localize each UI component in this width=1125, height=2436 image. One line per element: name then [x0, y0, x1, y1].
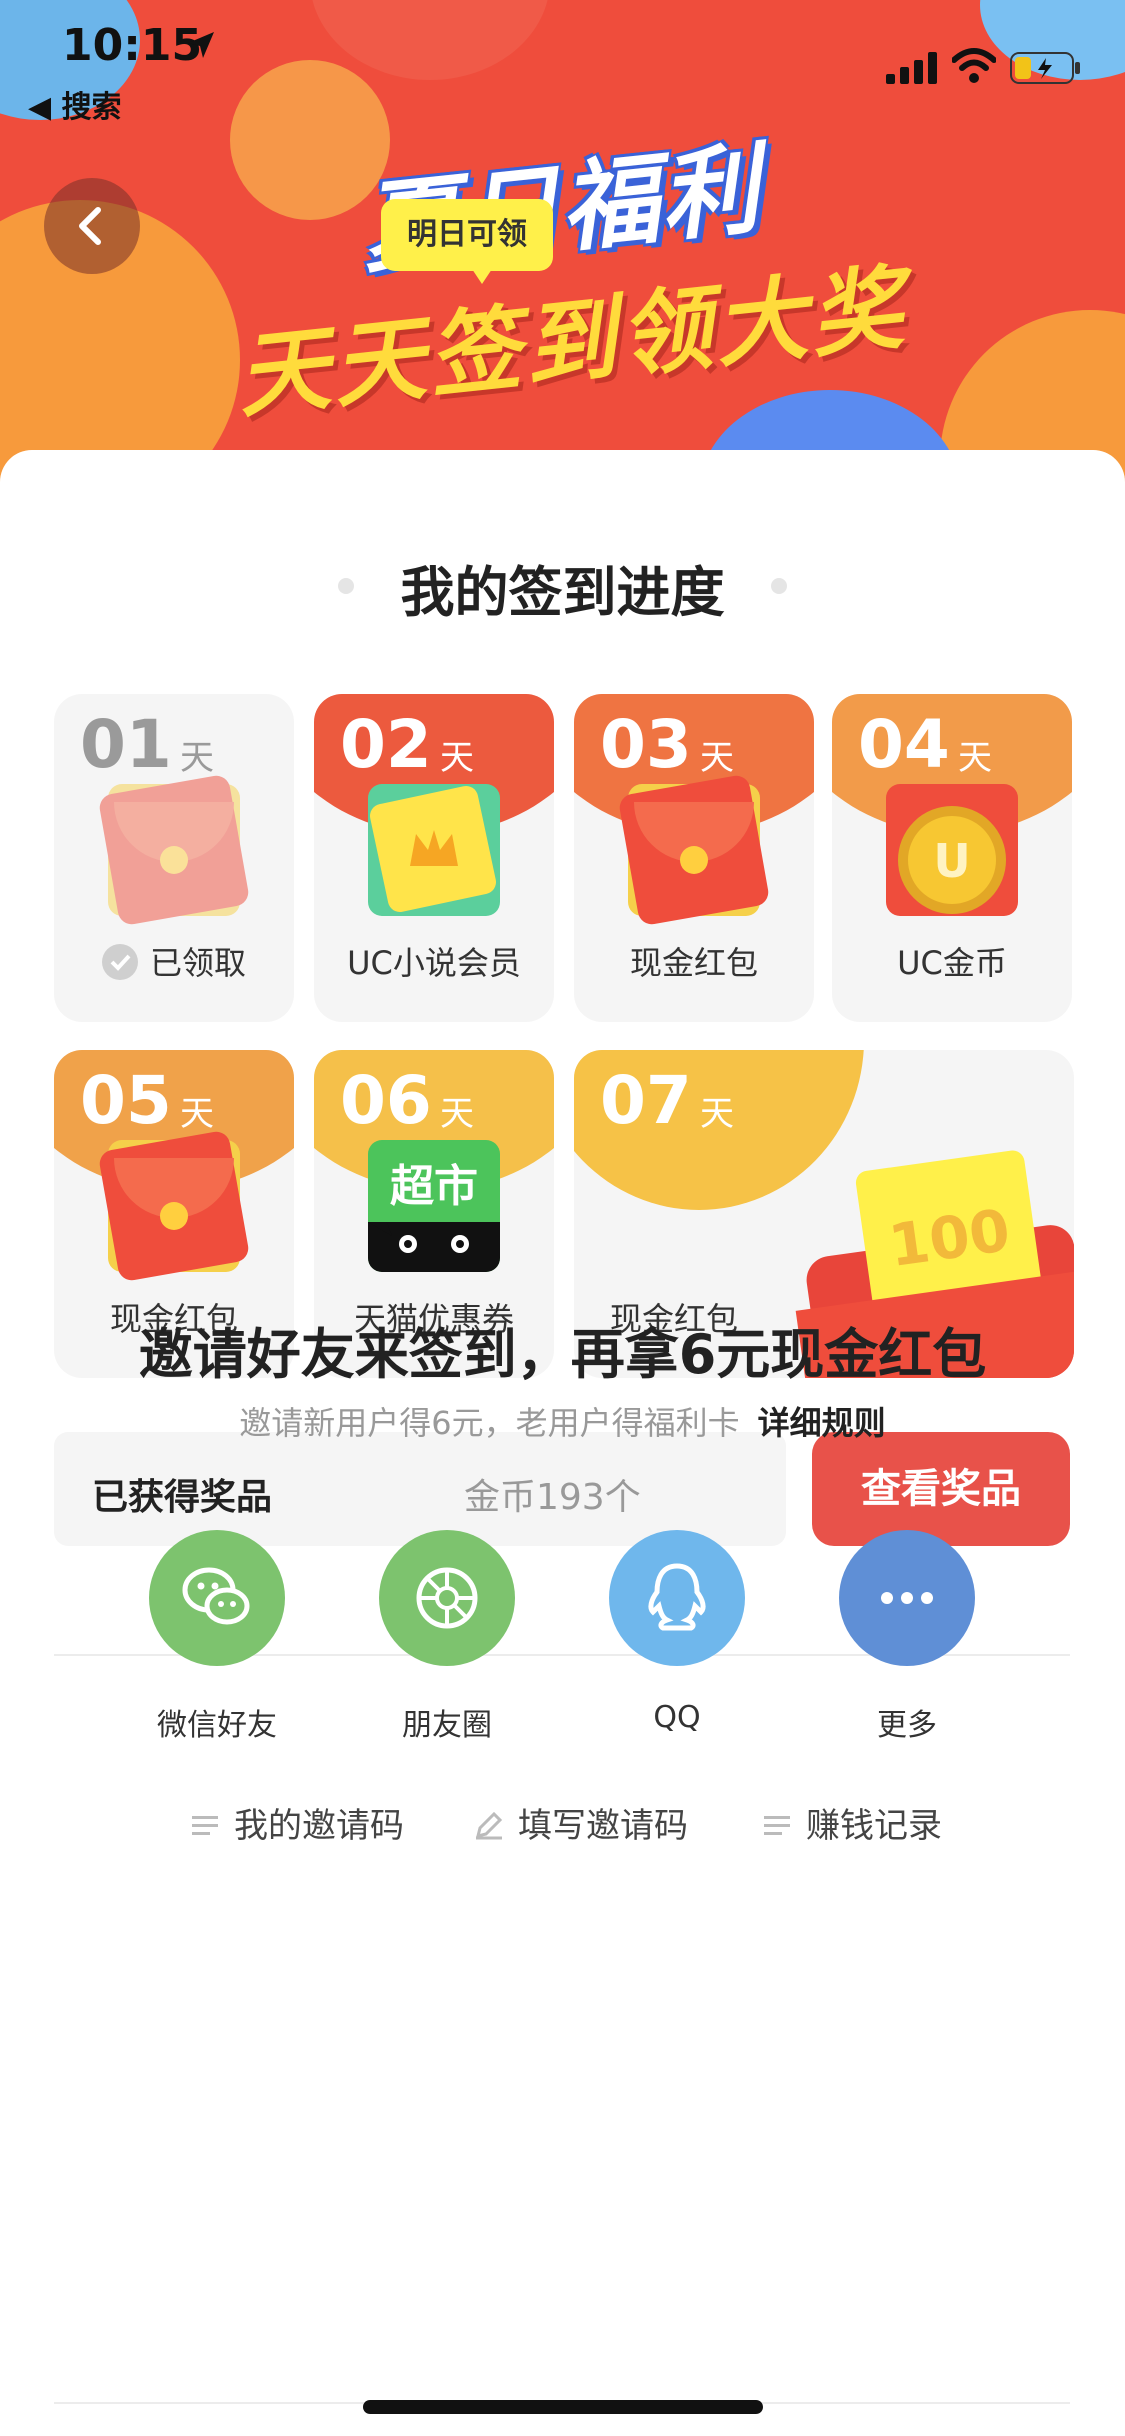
share-moments-button[interactable]: 朋友圈: [357, 1530, 537, 1744]
more-icon: [839, 1530, 975, 1666]
badge-tail: [470, 266, 494, 284]
rules-link[interactable]: 详细规则: [758, 1404, 886, 1442]
day-number: 02: [340, 706, 432, 783]
location-arrow-icon: [188, 32, 214, 58]
status-time: 10:15: [62, 20, 203, 71]
invite-subtitle: 邀请新用户得6元，老用户得福利卡 详细规则: [0, 1398, 1125, 1444]
tmall-supermarket-icon: 超市: [368, 1140, 500, 1272]
day-card-02[interactable]: 02 天 UC小说会员: [314, 694, 554, 1022]
prize-summary: 已获得奖品 金币193个: [54, 1432, 786, 1546]
claimed-text: 已领取: [149, 944, 246, 982]
day-unit: 天: [180, 1094, 214, 1134]
day-label: 现金红包: [629, 944, 758, 982]
day-unit: 天: [180, 738, 214, 778]
day-unit: 天: [440, 1094, 474, 1134]
red-envelope-icon: [97, 1129, 251, 1283]
day-label: 已领取: [54, 938, 294, 984]
day-card-01[interactable]: 01 天 已领取: [54, 694, 294, 1022]
day-label: UC小说会员: [347, 944, 521, 982]
share-label: 微信好友: [157, 1708, 277, 1743]
red-envelope-icon: [617, 773, 771, 927]
banner: 夏日福利 天天签到领大奖 10:15 ◀ 搜索: [0, 0, 1125, 520]
gold-coin-icon: U: [886, 784, 1018, 916]
day-number: 06: [340, 1062, 432, 1139]
wifi-icon: [952, 48, 996, 83]
share-more-button[interactable]: 更多: [817, 1530, 997, 1744]
day-card-04[interactable]: 04 天 U UC金币: [832, 694, 1072, 1022]
day-number: 05: [80, 1062, 172, 1139]
day-unit: 天: [440, 738, 474, 778]
moments-icon: [379, 1530, 515, 1666]
check-icon: [101, 944, 138, 980]
prize-summary-value: 金币193个: [464, 1477, 641, 1518]
share-label: 朋友圈: [402, 1708, 492, 1743]
earnings-record-link[interactable]: 赚钱记录: [762, 1798, 942, 1847]
red-envelope-icon: [97, 773, 251, 927]
list-icon: [192, 1815, 218, 1835]
chevron-left-icon: [79, 207, 101, 245]
back-to-app-link[interactable]: ◀ 搜索: [28, 82, 122, 126]
day-number: 01: [80, 706, 172, 783]
day-number: 04: [858, 706, 950, 783]
day-number: 03: [600, 706, 692, 783]
share-label: 更多: [877, 1708, 937, 1743]
title-dot: [771, 578, 787, 594]
invite-title: 邀请好友来签到，再拿6元现金红包: [138, 1323, 987, 1386]
link-label: 填写邀请码: [518, 1806, 688, 1846]
day-number: 07: [600, 1062, 692, 1139]
link-label: 我的邀请码: [234, 1806, 404, 1846]
battery-icon: [1010, 52, 1080, 84]
prize-summary-label: 已获得奖品: [92, 1477, 273, 1518]
day-unit: 天: [700, 1094, 734, 1134]
view-prizes-button[interactable]: 查看奖品: [812, 1432, 1070, 1546]
home-indicator: [363, 2400, 763, 2414]
novel-membership-icon: [367, 783, 500, 916]
day-unit: 天: [958, 738, 992, 778]
invite-subtitle-text: 邀请新用户得6元，老用户得福利卡: [239, 1404, 740, 1442]
enter-invite-code-link[interactable]: 填写邀请码: [474, 1798, 688, 1847]
share-qq-button[interactable]: QQ: [587, 1530, 767, 1735]
progress-title: 我的签到进度: [400, 561, 725, 624]
list-icon: [764, 1815, 790, 1835]
pencil-icon: [475, 1811, 503, 1839]
day-unit: 天: [700, 738, 734, 778]
tomorrow-badge: 明日可领: [381, 199, 553, 271]
qq-icon: [609, 1530, 745, 1666]
my-invite-code-link[interactable]: 我的邀请码: [190, 1798, 404, 1847]
link-label: 赚钱记录: [806, 1806, 942, 1846]
day-card-03[interactable]: 03 天 现金红包: [574, 694, 814, 1022]
status-bar: 10:15 ◀ 搜索: [0, 0, 1125, 130]
share-label: QQ: [653, 1700, 701, 1735]
share-wechat-button[interactable]: 微信好友: [127, 1530, 307, 1744]
wechat-icon: [149, 1530, 285, 1666]
back-button[interactable]: [44, 178, 140, 274]
cellular-signal-icon: [886, 52, 937, 84]
day-label: UC金币: [897, 944, 1007, 982]
